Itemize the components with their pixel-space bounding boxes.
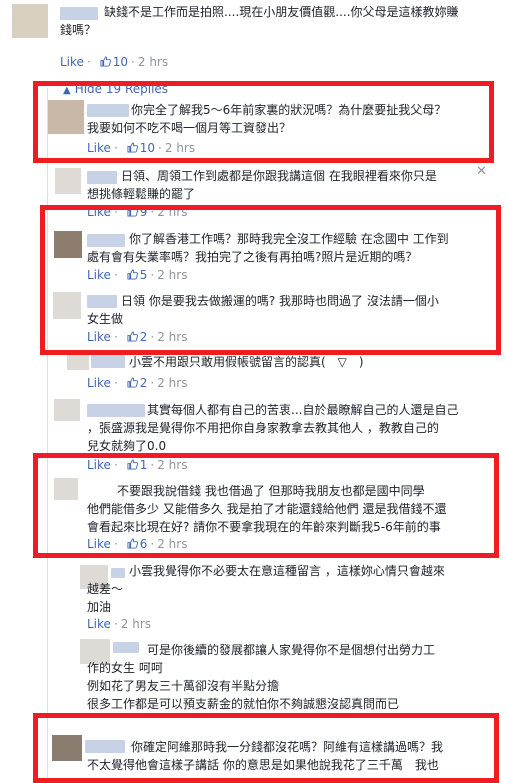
avatar[interactable] [54,478,78,500]
hide-replies-link[interactable]: ▲ Hide 19 Replies [63,82,168,96]
commenter-name[interactable] [87,104,129,117]
timestamp[interactable]: 2 hrs [157,330,187,344]
comment-meta: Like · 2 · 2 hrs [87,376,188,390]
comment-text-line: 缺錢不是工作而是拍照....現在小朋友價值觀....你父母是這樣教妳賺 [104,5,459,19]
commenter-name[interactable] [87,295,117,308]
timestamp[interactable]: 2 hrs [157,268,187,282]
comment-meta: Like · 1 · 2 hrs [87,458,188,472]
thumbs-up-icon [100,56,111,67]
comment-text-line: 小雲不用跟只敢用假帳號留言的認真( ▽ ) [129,355,364,369]
comment-text-line: 錢嗎？ [60,23,97,37]
timestamp[interactable]: 2 hrs [157,376,187,390]
like-link[interactable]: Like [87,268,111,282]
comment-meta: Like · 5 · 2 hrs [87,268,188,282]
hide-replies-label: Hide 19 Replies [74,82,169,96]
comment-text-line: 作的女生 呵呵 [87,661,163,675]
commenter-name[interactable] [87,234,125,247]
comment-text-line: 小雲我覺得你不必要太在意這種留言 ，這樣妳心情只會越來 [129,564,445,578]
comment-text-line: 例如花了男友三十萬卻沒有半點分擔 [87,679,280,693]
comment-text-line: 不要跟我說借錢 我也借過了 但那時我朋友也都是國中同學 [117,484,425,498]
chevron-up-icon: ▲ [63,85,71,96]
commenter-name[interactable] [87,404,145,417]
like-count[interactable]: 10 [113,55,128,69]
like-link[interactable]: Like [60,55,84,69]
comment-text-line: 女生做 [87,312,124,326]
comment-meta: Like · 6 · 2 hrs [87,537,188,551]
comment-text-line: 很多工作都是可以預支薪金的就怕你不夠誠懇沒認真問而已 [87,697,400,711]
timestamp[interactable]: 2 hrs [165,141,195,155]
timestamp[interactable]: 2 hrs [157,205,187,219]
commenter-name[interactable] [85,740,125,753]
comment-text-line: 越差～ [87,582,124,596]
commenter-name[interactable] [91,355,125,368]
like-link[interactable]: Like [87,537,111,551]
comment-text-line: 加油 [87,600,112,614]
like-link[interactable]: Like [87,617,111,631]
like-count[interactable]: 9 [140,205,148,219]
comment-text-line: 你確定阿維那時我一分錢都沒花嗎？阿維有這樣講過嗎？我 [131,740,444,754]
thumbs-up-icon [127,142,138,153]
thumbs-up-icon [127,538,138,549]
comment-text-line: 不太覺得他會這樣子講話 你的意思是如果他說我花了三千萬 我也 [87,758,439,772]
comment-text-line: 日領、周領工作到處都是你跟我講這個 在我眼裡看來你只是 [121,169,437,183]
timestamp[interactable]: 2 hrs [121,617,151,631]
avatar[interactable] [48,100,84,134]
avatar[interactable] [54,399,80,421]
like-count[interactable]: 2 [140,376,148,390]
comment-text-line: 可是你後續的發展都讓人家覺得你不是個想付出勞力工 [147,643,436,657]
comment-meta: Like · 2 · 2 hrs [87,330,188,344]
like-link[interactable]: Like [87,141,111,155]
thumbs-up-icon [127,459,138,470]
comment-text-line: 想挑條輕鬆賺的罷了 [87,187,196,201]
comment-text-line: 你了解香港工作嗎？那時我完全沒工作經驗 在念國中 工作到 [129,232,449,246]
commenter-name[interactable] [87,171,117,184]
commenter-name[interactable] [111,568,125,578]
like-count[interactable]: 1 [140,458,148,472]
thumbs-up-icon [127,206,138,217]
timestamp[interactable]: 2 hrs [157,458,187,472]
comment-text-line: 你完全了解我5～6年前家裏的狀況嗎？為什麼要扯我父母？ [131,103,447,117]
timestamp[interactable]: 2 hrs [138,55,168,69]
like-link[interactable]: Like [87,376,111,390]
comment-text-line: 他們能借多少 又能借多久 我是拍了才能還錢給他們 還是我借錢不還 [87,502,447,516]
comment-text-line: ，張盛源我是覺得你不用把你自身家教拿去教其他人 ，教教自己的 [87,421,439,435]
comment-meta: Like · 10 · 2 hrs [87,141,196,155]
avatar[interactable] [52,735,82,761]
comment-meta: Like · 2 hrs [87,617,152,631]
comment-text-line: 我要如何不吃不喝一個月等工資發出？ [87,121,292,135]
thumbs-up-icon [127,331,138,342]
thumbs-up-icon [127,269,138,280]
comment-text-line: 處有會有失業率嗎？我拍完了之後有再拍嗎?照片是近期的嗎？ [87,250,418,264]
avatar[interactable] [12,4,48,38]
like-link[interactable]: Like [87,205,111,219]
close-icon[interactable]: ✕ [476,164,487,179]
commenter-name[interactable] [60,7,98,20]
thumbs-up-icon [127,377,138,388]
like-count[interactable]: 10 [140,141,155,155]
comment-meta: Like · 10 · 2 hrs [60,55,169,69]
comment-text-line: 日領 你是要我去做搬運的嗎? 我那時也問過了 沒法請一個小 [121,294,439,308]
comment-text-line: 兒女就夠了0.0 [87,439,167,453]
thread-line [47,88,48,779]
avatar[interactable] [55,168,81,194]
like-count[interactable]: 6 [140,537,148,551]
like-count[interactable]: 5 [140,268,148,282]
comment-meta: Like · 9 · 2 hrs [87,205,188,219]
comment-text-line: 其實每個人都有自己的苦衷...自於最瞭解自己的人還是自己 [147,403,459,417]
avatar[interactable] [54,231,82,258]
avatar[interactable] [53,292,81,319]
commenter-name[interactable] [113,642,139,653]
like-link[interactable]: Like [87,458,111,472]
timestamp[interactable]: 2 hrs [157,537,187,551]
comment-text-line: 會看起來比現在好? 請你不要拿我現在的年齡來判斷我5-6年前的事 [87,520,441,534]
avatar[interactable] [67,350,89,370]
like-count[interactable]: 2 [140,330,148,344]
like-link[interactable]: Like [87,330,111,344]
